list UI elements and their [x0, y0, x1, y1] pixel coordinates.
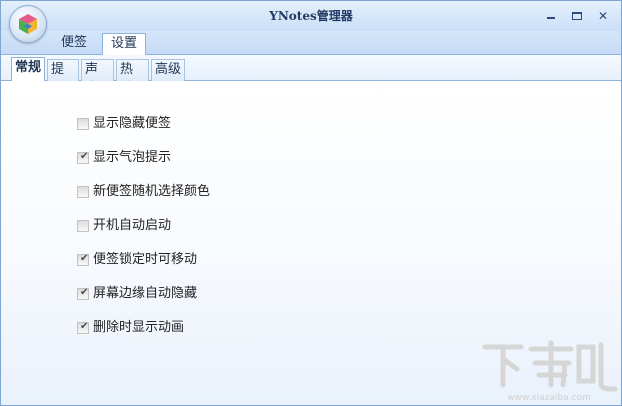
- checkbox[interactable]: [77, 118, 89, 130]
- subtab-sound[interactable]: 声音: [81, 59, 114, 96]
- maximize-icon: [572, 12, 582, 20]
- general-settings-panel: 显示隐藏便签 ✔ 显示气泡提示 新便签随机选择颜色 开机自动启动 ✔ 便签锁定时…: [1, 81, 621, 405]
- subtab-hotkey[interactable]: 热键: [116, 59, 149, 96]
- minimize-button[interactable]: [543, 8, 559, 24]
- minimize-icon: [547, 17, 555, 19]
- option-label: 显示气泡提示: [93, 150, 172, 165]
- app-logo[interactable]: [9, 5, 47, 43]
- tab-settings[interactable]: 设置: [102, 33, 146, 56]
- maximize-button[interactable]: [569, 8, 585, 24]
- main-tab-bar: 便签 设置: [1, 31, 621, 56]
- window-title: YNotes管理器: [269, 9, 353, 23]
- checkbox[interactable]: [77, 220, 89, 232]
- title-bar[interactable]: YNotes管理器 ✕: [1, 1, 621, 31]
- svg-text:www.xiazaiba.com: www.xiazaiba.com: [507, 393, 591, 403]
- watermark-logo: www.xiazaiba.com: [482, 340, 618, 403]
- app-logo-icon: [19, 14, 37, 34]
- settings-sub-tab-bar: 常规 提醒 声音 热键 高级: [1, 55, 621, 96]
- checkmark-icon: ✔: [80, 151, 89, 162]
- tab-notes[interactable]: 便签: [51, 33, 97, 55]
- checkbox[interactable]: ✔: [77, 321, 89, 334]
- option-label: 便签锁定时可移动: [93, 252, 198, 267]
- checkmark-icon: ✔: [80, 321, 89, 332]
- checkmark-icon: ✔: [80, 253, 89, 264]
- close-button[interactable]: ✕: [595, 8, 611, 24]
- option-label: 删除时显示动画: [93, 320, 185, 335]
- ynotes-manager-window: YNotes管理器 ✕ 便签 设置 常规 提醒 声音 热键 高级 显示隐藏便签 …: [0, 0, 622, 406]
- subtab-reminder[interactable]: 提醒: [47, 59, 79, 96]
- checkbox[interactable]: ✔: [77, 287, 89, 300]
- option-label: 新便签随机选择颜色: [93, 184, 211, 199]
- close-icon: ✕: [597, 9, 609, 23]
- subtab-advanced[interactable]: 高级: [151, 59, 185, 81]
- checkbox[interactable]: ✔: [77, 253, 89, 266]
- option-label: 显示隐藏便签: [93, 116, 172, 131]
- option-label: 开机自动启动: [93, 218, 172, 233]
- checkmark-icon: ✔: [80, 287, 89, 298]
- checkbox[interactable]: ✔: [77, 151, 89, 164]
- subtab-general[interactable]: 常规: [11, 57, 45, 82]
- checkbox[interactable]: [77, 186, 89, 198]
- option-label: 屏幕边缘自动隐藏: [93, 286, 198, 301]
